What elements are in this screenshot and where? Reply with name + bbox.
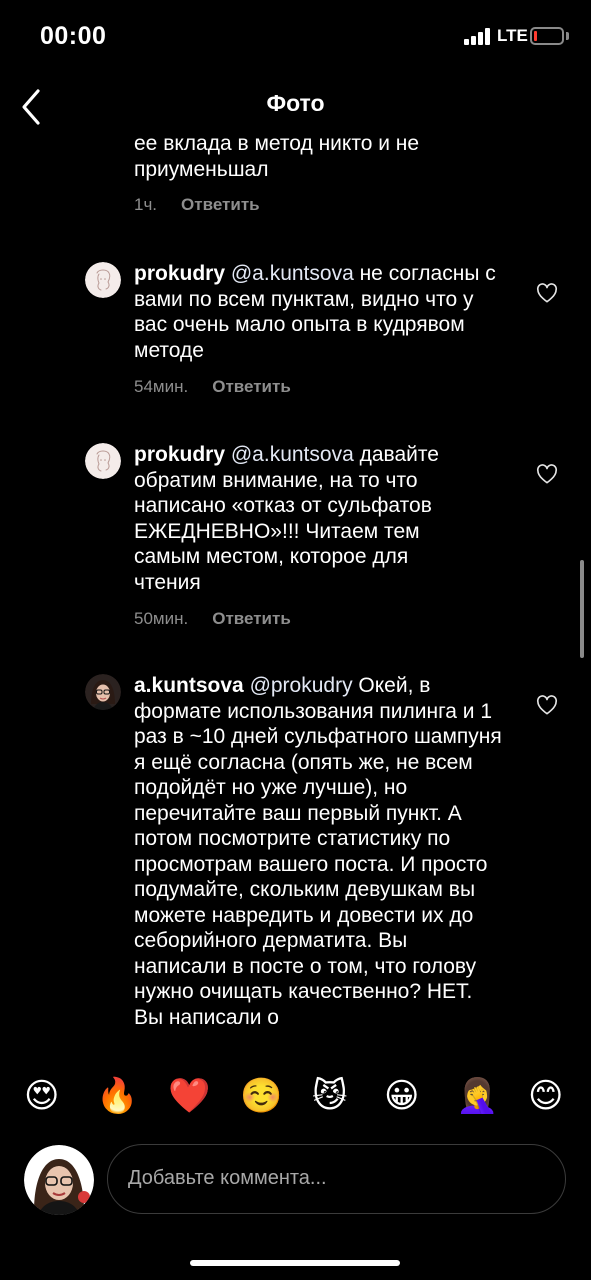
avatar[interactable] (85, 443, 121, 479)
reply-button[interactable]: Ответить (181, 195, 260, 214)
comment-meta: 50мин. Ответить (134, 609, 291, 629)
smirk-cat-emoji-button[interactable]: 😼 (312, 1072, 347, 1120)
comment-username[interactable]: a.kuntsova (134, 674, 244, 697)
comment-mention[interactable]: @a.kuntsova (231, 443, 354, 466)
comment-text: prokudry @a.kuntsova не согласны с вами … (134, 261, 499, 363)
smiling-emoji-button[interactable]: ☺️ (240, 1072, 282, 1120)
comment-composer (0, 1142, 591, 1218)
home-indicator[interactable] (190, 1260, 400, 1266)
comment-text: ее вклада в метод никто и не приуменьшал (134, 136, 494, 182)
comment-body: ее вклада в метод никто и не приуменьшал (134, 136, 420, 181)
comment-time: 1ч. (134, 195, 158, 214)
nav-header: Фото (0, 72, 591, 136)
battery-tip (566, 32, 569, 40)
comment-input[interactable] (128, 1145, 548, 1212)
avatar (24, 1145, 94, 1215)
comment-username[interactable]: prokudry (134, 262, 225, 285)
battery-icon (530, 27, 564, 45)
comment-username[interactable]: prokudry (134, 443, 225, 466)
comment-meta: 54мин. Ответить (134, 377, 291, 397)
scrollbar[interactable] (580, 560, 584, 658)
comment-mention[interactable]: @prokudry (250, 674, 353, 697)
heart-eyes-emoji-button[interactable]: 😍 (24, 1072, 59, 1120)
facepalm-emoji-button[interactable]: 🤦‍♀️ (456, 1072, 498, 1120)
status-time: 00:00 (40, 22, 107, 50)
comment-time: 50мин. (134, 609, 189, 628)
comments-list[interactable]: ее вклада в метод никто и не приуменьшал… (0, 136, 591, 1053)
grinning-emoji-button[interactable]: 😀 (384, 1072, 419, 1120)
blush-emoji-button[interactable]: 😊 (528, 1072, 563, 1120)
fire-emoji-button[interactable]: 🔥 (96, 1072, 138, 1120)
status-bar: 00:00 LTE (0, 0, 591, 72)
comment-time: 54мин. (134, 377, 189, 396)
network-label: LTE (497, 26, 528, 45)
red-heart-emoji-button[interactable]: ❤️ (168, 1072, 210, 1120)
comment-text: prokudry @a.kuntsova давайте обратим вни… (134, 442, 464, 595)
like-heart-icon[interactable] (536, 695, 558, 715)
comment-input-wrapper (107, 1144, 566, 1214)
emoji-bar: 😍 🔥 ❤️ ☺️ 😼 😀 🤦‍♀️ 😊 (0, 1072, 591, 1122)
like-heart-icon[interactable] (536, 464, 558, 484)
reply-button[interactable]: Ответить (212, 609, 291, 628)
like-heart-icon[interactable] (536, 283, 558, 303)
comment-meta: 1ч. Ответить (134, 195, 260, 215)
comment-body: Окей, в формате использования пилинга и … (134, 674, 502, 1029)
comment-mention[interactable]: @a.kuntsova (231, 262, 354, 285)
avatar[interactable] (85, 262, 121, 298)
signal-icon (464, 28, 492, 45)
comment-text: a.kuntsova @prokudry Окей, в формате исп… (134, 673, 504, 1030)
avatar[interactable] (85, 674, 121, 710)
page-title: Фото (266, 90, 325, 116)
reply-button[interactable]: Ответить (212, 377, 291, 396)
